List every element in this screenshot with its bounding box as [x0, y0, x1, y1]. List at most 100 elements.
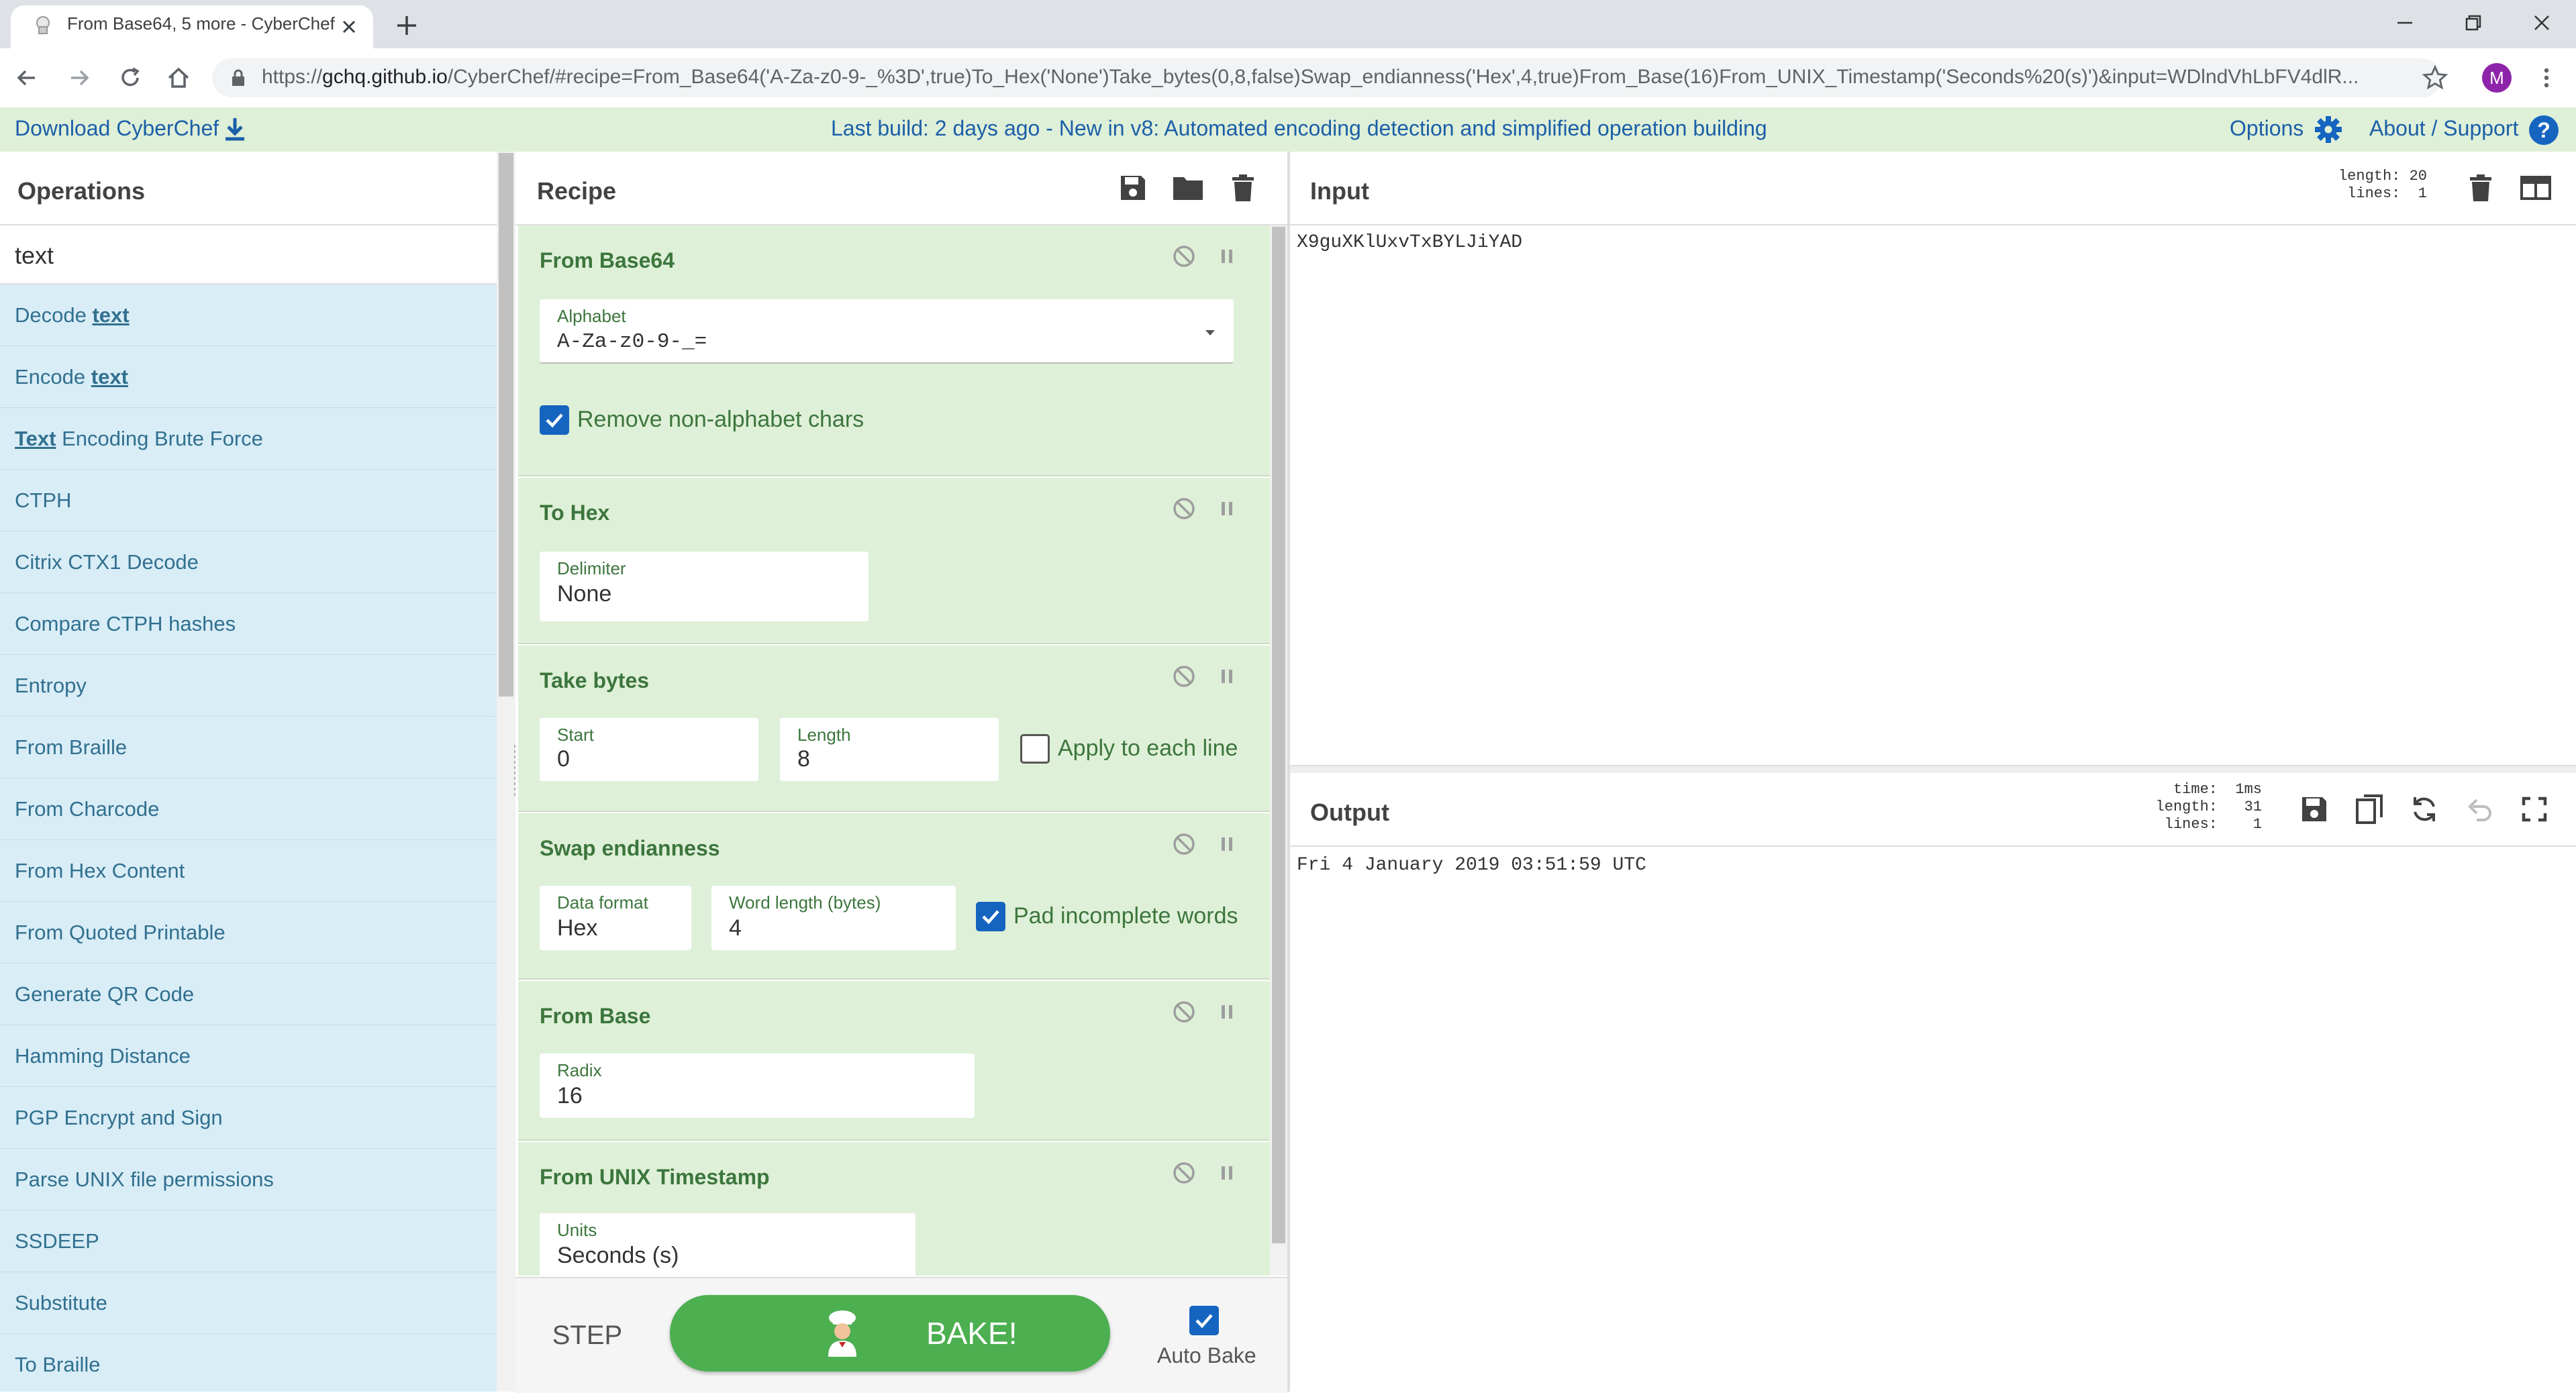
- delimiter-field[interactable]: Delimiter None: [540, 552, 869, 621]
- operation-list-item[interactable]: Citrix CTX1 Decode: [0, 531, 497, 593]
- home-icon[interactable]: [164, 63, 193, 93]
- alphabet-dropdown[interactable]: Alphabet A-Za-z0-9-_=: [540, 299, 1234, 364]
- new-tab-plus-icon[interactable]: [393, 12, 420, 39]
- remove-non-alphabet-label[interactable]: Remove non-alphabet chars: [577, 407, 864, 433]
- operation-list-item[interactable]: Compare CTPH hashes: [0, 593, 497, 655]
- auto-bake-label[interactable]: Auto Bake: [1157, 1343, 1256, 1368]
- radix-field[interactable]: Radix 16: [540, 1053, 975, 1118]
- reload-icon[interactable]: [115, 63, 145, 93]
- replace-input-with-output-icon[interactable]: [2406, 790, 2443, 828]
- breakpoint-pause-icon[interactable]: [1212, 242, 1242, 271]
- disable-op-icon[interactable]: [1169, 242, 1199, 271]
- tab-close-icon[interactable]: [338, 16, 360, 38]
- operation-list-item[interactable]: Encode text: [0, 346, 497, 408]
- bake-button[interactable]: [670, 1295, 1110, 1372]
- breakpoint-pause-icon[interactable]: [1212, 997, 1242, 1027]
- operations-search-input[interactable]: [15, 242, 485, 270]
- breakpoint-pause-icon[interactable]: [1212, 1158, 1242, 1188]
- download-icon[interactable]: [223, 115, 247, 142]
- search-match-highlight: Text: [15, 427, 56, 450]
- browser-tab-bar: [0, 0, 2576, 48]
- operation-list-item[interactable]: From Charcode: [0, 778, 497, 840]
- download-cyberchef-link[interactable]: Download CyberChef: [15, 116, 219, 141]
- help-question-icon[interactable]: ?: [2529, 115, 2559, 145]
- auto-bake-checkbox[interactable]: [1189, 1306, 1219, 1335]
- operation-list-item[interactable]: Parse UNIX file permissions: [0, 1149, 497, 1210]
- profile-avatar[interactable]: M: [2482, 63, 2512, 93]
- apply-each-line-label[interactable]: Apply to each line: [1058, 735, 1238, 762]
- word-length-field[interactable]: Word length (bytes) 4: [711, 886, 956, 950]
- undo-icon[interactable]: [2461, 790, 2498, 828]
- operation-name-part: From Charcode: [15, 797, 160, 821]
- op-to-hex[interactable]: To Hex Delimiter None: [518, 478, 1270, 644]
- units-dropdown[interactable]: Units Seconds (s): [540, 1213, 915, 1276]
- disable-op-icon[interactable]: [1169, 1158, 1199, 1188]
- breakpoint-pause-icon[interactable]: [1212, 829, 1242, 859]
- options-link[interactable]: Options: [2230, 116, 2303, 141]
- op-from-unix-timestamp[interactable]: From UNIX Timestamp Units Seconds (s): [518, 1142, 1270, 1276]
- operation-list-item[interactable]: Text Encoding Brute Force: [0, 408, 497, 470]
- remove-non-alphabet-checkbox[interactable]: [540, 405, 569, 435]
- operations-scrollbar-thumb[interactable]: [499, 153, 513, 696]
- operation-name-part: From Hex Content: [15, 859, 185, 882]
- close-window-icon[interactable]: [2512, 4, 2572, 42]
- operation-list-item[interactable]: From Braille: [0, 717, 497, 778]
- breakpoint-pause-icon[interactable]: [1212, 662, 1242, 691]
- step-button[interactable]: STEP: [537, 1308, 638, 1362]
- operation-list-item[interactable]: PGP Encrypt and Sign: [0, 1087, 497, 1149]
- about-support-link[interactable]: About / Support: [2369, 116, 2518, 141]
- operation-list-item[interactable]: Substitute: [0, 1272, 497, 1334]
- output-text[interactable]: Fri 4 January 2019 03:51:59 UTC: [1297, 855, 1646, 876]
- save-output-icon[interactable]: [2295, 790, 2333, 828]
- maximise-output-icon[interactable]: [2516, 790, 2553, 828]
- op-from-base[interactable]: From Base Radix 16: [518, 981, 1270, 1141]
- save-recipe-icon[interactable]: [1114, 169, 1152, 207]
- minimize-window-icon[interactable]: [2375, 4, 2435, 42]
- disable-op-icon[interactable]: [1169, 494, 1199, 523]
- back-arrow-icon[interactable]: [12, 63, 42, 93]
- clear-recipe-trash-icon[interactable]: [1224, 169, 1262, 207]
- operation-list-item[interactable]: From Hex Content: [0, 840, 497, 902]
- operation-list-item[interactable]: CTPH: [0, 470, 497, 531]
- length-field[interactable]: Length 8: [780, 718, 999, 781]
- pad-incomplete-words-label[interactable]: Pad incomplete words: [1013, 903, 1238, 929]
- length-value: 8: [797, 746, 810, 772]
- bookmark-star-icon[interactable]: [2422, 64, 2448, 91]
- recipe-scrollbar-thumb[interactable]: [1272, 227, 1285, 1243]
- radix-label: Radix: [557, 1060, 602, 1080]
- load-recipe-folder-icon[interactable]: [1169, 169, 1207, 207]
- browser-menu-icon[interactable]: [2533, 64, 2560, 91]
- forward-arrow-icon[interactable]: [64, 63, 94, 93]
- lock-icon[interactable]: [228, 68, 248, 88]
- copy-output-icon[interactable]: [2350, 790, 2388, 828]
- operation-list-item[interactable]: Decode text: [0, 285, 497, 346]
- op-from-base64[interactable]: From Base64 Alphabet A-Za-z0-9-_= Remove…: [518, 225, 1270, 476]
- operation-list-item[interactable]: To Braille: [0, 1334, 497, 1392]
- start-field[interactable]: Start 0: [540, 718, 758, 781]
- gear-icon[interactable]: [2313, 114, 2344, 145]
- disable-op-icon[interactable]: [1169, 829, 1199, 859]
- data-format-field[interactable]: Data format Hex: [540, 886, 691, 950]
- url-text[interactable]: https://gchq.github.io/CyberChef/#recipe…: [262, 66, 2396, 89]
- disable-op-icon[interactable]: [1169, 997, 1199, 1027]
- reset-layout-icon[interactable]: [2517, 169, 2555, 207]
- operation-list-item[interactable]: Hamming Distance: [0, 1025, 497, 1087]
- restore-window-icon[interactable]: [2443, 4, 2504, 42]
- clear-input-trash-icon[interactable]: [2462, 169, 2499, 207]
- operation-list-item[interactable]: SSDEEP: [0, 1210, 497, 1272]
- operation-list-item[interactable]: From Quoted Printable: [0, 902, 497, 964]
- dropdown-caret-icon[interactable]: [1203, 325, 1218, 340]
- disable-op-icon[interactable]: [1169, 662, 1199, 691]
- operation-name-part: Hamming Distance: [15, 1044, 191, 1068]
- op-swap-endianness[interactable]: Swap endianness Data format Hex Word len…: [518, 813, 1270, 980]
- build-notice[interactable]: Last build: 2 days ago - New in v8: Auto…: [831, 116, 1767, 141]
- operation-name-part: Encode: [15, 365, 91, 389]
- operation-list-item[interactable]: Entropy: [0, 655, 497, 717]
- op-take-bytes[interactable]: Take bytes Start 0 Length 8 Apply to eac…: [518, 646, 1270, 812]
- pad-incomplete-words-checkbox[interactable]: [976, 902, 1005, 931]
- input-textarea[interactable]: X9guXKlUxvTxBYLJiYAD: [1297, 232, 1522, 253]
- breakpoint-pause-icon[interactable]: [1212, 494, 1242, 523]
- operation-list-item[interactable]: Generate QR Code: [0, 964, 497, 1025]
- apply-each-line-checkbox[interactable]: [1020, 734, 1050, 764]
- operation-name-part: PGP Encrypt and Sign: [15, 1106, 223, 1129]
